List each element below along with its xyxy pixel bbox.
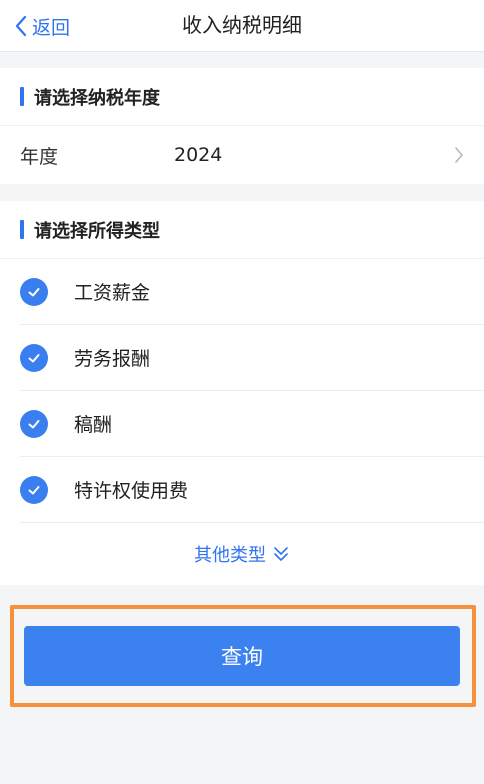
checked-circle-icon (20, 343, 48, 372)
type-item-label: 工资薪金 (74, 282, 151, 304)
year-section-title: 请选择纳税年度 (34, 87, 160, 109)
other-types-label: 其他类型 (194, 545, 266, 566)
type-item-label: 劳务报酬 (74, 348, 151, 370)
year-selector-row[interactable]: 年度 2024 (0, 126, 484, 184)
page-title: 收入纳税明细 (182, 13, 302, 37)
year-label: 年度 (20, 145, 59, 168)
type-item-salary[interactable]: 工资薪金 (20, 259, 484, 325)
section-marker (20, 87, 24, 106)
type-section-title: 请选择所得类型 (34, 220, 160, 242)
type-item-label: 稿酬 (74, 414, 113, 436)
type-item-labor[interactable]: 劳务报酬 (20, 325, 484, 391)
double-chevron-down-icon (274, 547, 288, 561)
checked-circle-icon (20, 409, 48, 438)
other-types-toggle[interactable]: 其他类型 (0, 523, 484, 585)
section-marker (20, 220, 24, 239)
type-item-label: 特许权使用费 (74, 480, 189, 502)
type-section-header: 请选择所得类型 (0, 201, 484, 259)
page: 返回 收入纳税明细 请选择纳税年度 年度 2024 请选择所得类型 工资薪金 劳… (0, 0, 484, 784)
checked-circle-icon (20, 475, 48, 504)
year-section: 请选择纳税年度 年度 2024 (0, 68, 484, 184)
nav-bar: 返回 收入纳税明细 (0, 0, 484, 52)
year-section-header: 请选择纳税年度 (0, 68, 484, 126)
checked-circle-icon (20, 277, 48, 306)
type-section: 请选择所得类型 工资薪金 劳务报酬 稿酬 特许权使用费 其他类型 (0, 201, 484, 585)
chevron-right-icon (455, 147, 463, 163)
query-button[interactable]: 查询 (24, 626, 460, 686)
type-item-franchise[interactable]: 特许权使用费 (20, 457, 484, 523)
year-value: 2024 (174, 144, 223, 166)
query-button-label: 查询 (221, 645, 263, 669)
type-item-royalty[interactable]: 稿酬 (20, 391, 484, 457)
